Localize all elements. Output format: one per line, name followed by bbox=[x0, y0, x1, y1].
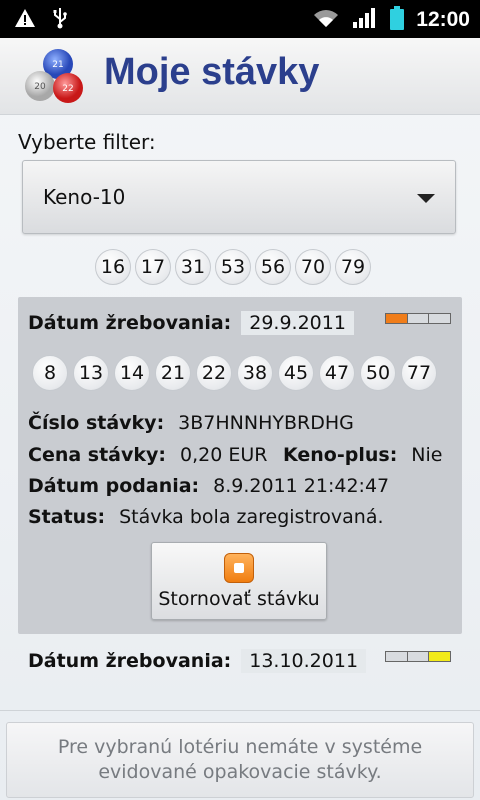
keno-plus-row: Keno-plus: Nie bbox=[283, 444, 442, 466]
progress-segment bbox=[386, 314, 408, 323]
bet-numbers: 8 13 14 21 22 38 45 47 50 77 bbox=[32, 355, 437, 391]
price-value: 0,20 EUR bbox=[180, 444, 268, 466]
number-ball: 14 bbox=[114, 355, 150, 391]
stop-icon bbox=[224, 553, 254, 583]
status-value: Stávka bola zaregistrovaná. bbox=[119, 506, 384, 528]
number-ball: 79 bbox=[335, 249, 371, 285]
warning-icon bbox=[14, 8, 36, 32]
logo-ball-number: 22 bbox=[62, 84, 73, 94]
keno-plus-label: Keno-plus: bbox=[283, 444, 398, 466]
number-ball: 38 bbox=[237, 355, 273, 391]
number-ball: 22 bbox=[196, 355, 232, 391]
footer-message: Pre vybranú lotériu nemáte v systéme evi… bbox=[57, 736, 423, 783]
status-bar: 12:00 bbox=[0, 0, 480, 38]
chevron-down-icon bbox=[417, 194, 435, 203]
app-title-bar: 21 20 22 Moje stávky bbox=[0, 38, 480, 115]
drawn-numbers: 16 17 31 53 56 70 79 bbox=[95, 249, 371, 285]
number-ball: 17 bbox=[135, 249, 171, 285]
ticket-value: 3B7HNNHYBRDHG bbox=[178, 412, 354, 434]
draw-date-label: Dátum žrebovania: bbox=[28, 650, 232, 672]
status-row: Status: Stávka bola zaregistrovaná. bbox=[28, 506, 384, 528]
logo-ball-number: 20 bbox=[34, 82, 46, 92]
progress-segment bbox=[407, 314, 430, 323]
usb-icon bbox=[52, 7, 68, 33]
number-ball: 77 bbox=[401, 355, 437, 391]
clock: 12:00 bbox=[416, 8, 470, 31]
draw-date-value: 13.10.2011 bbox=[241, 649, 367, 673]
progress-segment bbox=[386, 652, 408, 661]
status-label: Status: bbox=[28, 506, 106, 528]
submitted-label: Dátum podania: bbox=[28, 475, 200, 497]
draw-date-label: Dátum žrebovania: bbox=[28, 312, 232, 334]
number-ball: 13 bbox=[73, 355, 109, 391]
ticket-label: Číslo stávky: bbox=[28, 412, 165, 434]
filter-label: Vyberte filter: bbox=[18, 130, 156, 154]
draw-date-row: Dátum žrebovania: 29.9.2011 bbox=[28, 311, 354, 335]
wifi-icon bbox=[312, 7, 340, 33]
draw-date-row[interactable]: Dátum žrebovania: 13.10.2011 bbox=[28, 649, 367, 673]
number-ball: 31 bbox=[175, 249, 211, 285]
number-ball: 47 bbox=[319, 355, 355, 391]
number-ball: 50 bbox=[360, 355, 396, 391]
dropdown-selected-value: Keno-10 bbox=[43, 185, 126, 209]
lottery-filter-dropdown[interactable]: Keno-10 bbox=[22, 160, 456, 234]
keno-plus-value: Nie bbox=[411, 444, 443, 466]
number-ball: 8 bbox=[32, 355, 68, 391]
price-label: Cena stávky: bbox=[28, 444, 167, 466]
draw-date-value: 29.9.2011 bbox=[241, 311, 354, 335]
bet-progress-indicator bbox=[385, 651, 451, 662]
battery-icon bbox=[390, 6, 405, 34]
signal-icon bbox=[352, 7, 378, 33]
cancel-bet-label: Stornovať stávku bbox=[158, 588, 320, 610]
number-ball: 53 bbox=[215, 249, 251, 285]
lottery-balls-logo: 21 20 22 bbox=[22, 46, 88, 106]
number-ball: 70 bbox=[295, 249, 331, 285]
bet-progress-indicator bbox=[385, 313, 451, 324]
number-ball: 21 bbox=[155, 355, 191, 391]
price-row: Cena stávky: 0,20 EUR bbox=[28, 444, 267, 466]
number-ball: 56 bbox=[255, 249, 291, 285]
repeat-bets-footer[interactable]: Pre vybranú lotériu nemáte v systéme evi… bbox=[6, 722, 474, 798]
ticket-row: Číslo stávky: 3B7HNNHYBRDHG bbox=[28, 412, 354, 434]
progress-segment bbox=[407, 652, 430, 661]
submitted-value: 8.9.2011 21:42:47 bbox=[213, 475, 390, 497]
number-ball: 45 bbox=[278, 355, 314, 391]
progress-segment bbox=[429, 314, 451, 323]
cancel-bet-button[interactable]: Stornovať stávku bbox=[151, 542, 327, 620]
footer-divider bbox=[0, 710, 480, 711]
submitted-row: Dátum podania: 8.9.2011 21:42:47 bbox=[28, 475, 389, 497]
page-title: Moje stávky bbox=[104, 51, 320, 93]
progress-segment bbox=[429, 652, 451, 661]
number-ball: 16 bbox=[95, 249, 131, 285]
logo-ball-number: 21 bbox=[52, 60, 63, 70]
